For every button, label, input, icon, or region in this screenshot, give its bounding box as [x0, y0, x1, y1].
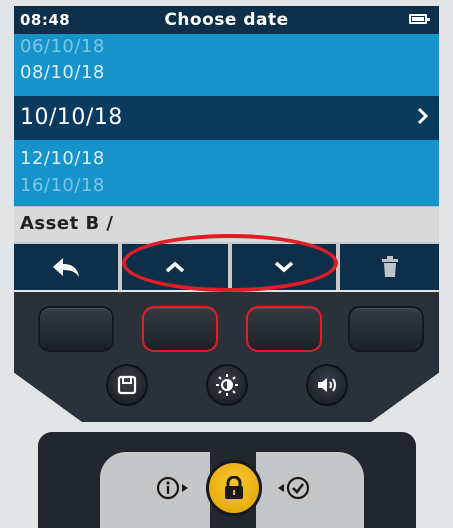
- check-icon[interactable]: [276, 476, 312, 500]
- left-key-panel: [100, 452, 210, 528]
- brightness-icon: [216, 374, 238, 396]
- list-item[interactable]: 06/10/18: [20, 36, 105, 57]
- hardware-keypad: [14, 292, 439, 422]
- brightness-key[interactable]: [206, 364, 248, 406]
- info-icon[interactable]: [156, 476, 192, 500]
- hw-key-2[interactable]: [142, 306, 218, 352]
- save-icon: [117, 375, 137, 395]
- volume-icon: [318, 378, 336, 392]
- back-softkey[interactable]: [14, 244, 118, 290]
- volume-key[interactable]: [306, 364, 348, 406]
- highlight-ellipse: [122, 234, 338, 292]
- hw-key-1[interactable]: [38, 306, 114, 352]
- hw-key-3[interactable]: [246, 306, 322, 352]
- delete-softkey[interactable]: [340, 244, 439, 290]
- date-list[interactable]: 06/10/18 08/10/18 10/10/18 12/10/18 16/1…: [14, 34, 439, 206]
- list-item-selected[interactable]: 10/10/18: [14, 96, 439, 140]
- hw-key-4[interactable]: [348, 306, 424, 352]
- battery-icon: [409, 14, 430, 24]
- save-key[interactable]: [106, 364, 148, 406]
- back-arrow-icon: [53, 258, 79, 277]
- chevron-right-icon: [417, 107, 429, 125]
- screen-title: Choose date: [164, 10, 289, 30]
- device-body: [38, 432, 416, 528]
- trash-icon: [381, 256, 398, 277]
- selected-date: 10/10/18: [20, 105, 123, 130]
- lock-icon: [225, 476, 243, 499]
- lock-key[interactable]: [206, 460, 262, 516]
- breadcrumb-text: Asset B /: [20, 213, 114, 234]
- status-bar: 08:48 Choose date: [14, 6, 439, 34]
- list-item[interactable]: 12/10/18: [20, 148, 105, 169]
- list-item[interactable]: 08/10/18: [20, 62, 105, 83]
- list-item[interactable]: 16/10/18: [20, 175, 105, 196]
